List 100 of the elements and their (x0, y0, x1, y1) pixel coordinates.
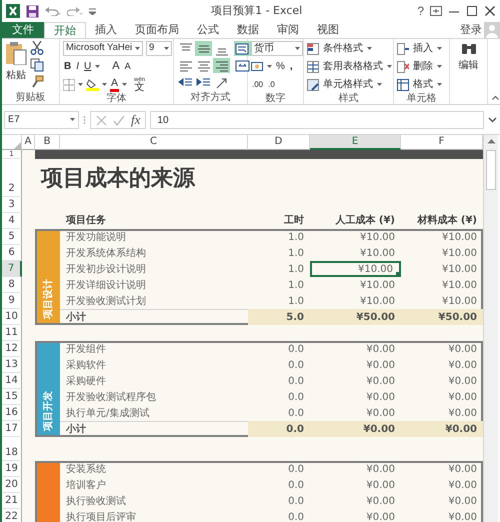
row-header[interactable]: 9 (2, 293, 22, 309)
ribbon-tab[interactable]: 数据 (228, 22, 268, 38)
caret-icon[interactable] (387, 64, 392, 68)
row-header[interactable]: 6 (2, 245, 22, 261)
row-header[interactable]: 10 (2, 309, 22, 325)
italic-button[interactable]: I (75, 59, 80, 74)
collapse-ribbon-icon[interactable] (492, 95, 499, 100)
insert-function-button[interactable]: fx (131, 110, 140, 130)
sign-in-link[interactable]: 登录 (460, 22, 484, 38)
caret-icon[interactable] (267, 64, 272, 68)
caret-icon[interactable] (78, 82, 83, 86)
caret-icon[interactable] (437, 64, 442, 68)
row-header[interactable]: 16 (2, 405, 22, 421)
delete-cells-icon[interactable] (397, 60, 409, 72)
phonetic-guide-button[interactable]: 文 (134, 82, 145, 92)
cell-format-icon[interactable] (307, 78, 319, 90)
row-header[interactable]: 15 (2, 389, 22, 405)
row-header[interactable]: 13 (2, 357, 22, 373)
ribbon-display-icon[interactable] (430, 6, 442, 16)
row-header[interactable]: 5 (2, 229, 22, 245)
caret-icon[interactable] (295, 46, 300, 50)
format-painter-icon[interactable] (30, 75, 44, 89)
cut-icon[interactable] (30, 41, 44, 55)
insert-cells-button[interactable]: 插入 (412, 41, 434, 56)
column-header[interactable]: A (22, 135, 35, 150)
number-format-field[interactable]: 货币 (251, 41, 303, 56)
bold-button[interactable]: B (63, 59, 72, 74)
row-header[interactable]: 18 (2, 437, 22, 461)
accounting-icon[interactable] (251, 60, 264, 72)
formula-field[interactable]: 10 (150, 111, 484, 129)
caret-icon[interactable] (135, 46, 140, 50)
scrollbar-thumb[interactable] (486, 150, 496, 190)
column-header[interactable]: C (60, 135, 248, 150)
ribbon-tab[interactable]: 插入 (86, 22, 126, 38)
caret-icon[interactable] (437, 82, 442, 86)
caret-icon[interactable] (70, 118, 75, 122)
caret-icon[interactable] (164, 46, 169, 50)
caret-icon[interactable] (377, 82, 382, 86)
paste-icon[interactable] (5, 41, 27, 65)
ribbon-tab[interactable]: 审阅 (268, 22, 308, 38)
fill-color-icon[interactable] (86, 78, 99, 91)
row-header[interactable]: 19 (2, 461, 22, 477)
ribbon-tab[interactable]: 视图 (308, 22, 348, 38)
customize-icon[interactable] (89, 8, 96, 14)
caret-icon[interactable] (102, 82, 107, 86)
row-header[interactable]: 14 (2, 373, 22, 389)
insert-cells-icon[interactable] (397, 42, 409, 54)
row-header[interactable]: 2 (2, 159, 22, 197)
editing-button[interactable]: 编辑 (458, 58, 480, 73)
comma-button[interactable]: , (288, 59, 294, 74)
format-cells-icon[interactable] (397, 78, 409, 90)
ribbon-tab[interactable]: 公式 (188, 22, 228, 38)
percent-button[interactable]: % (275, 59, 286, 74)
cell-style-button[interactable]: 单元格样式 (322, 77, 374, 92)
row-header[interactable]: 3 (2, 197, 22, 213)
help-button[interactable]: ? (417, 2, 424, 20)
ribbon-tab[interactable]: 页面布局 (126, 22, 188, 38)
column-header[interactable]: D (248, 135, 310, 150)
font-size-field[interactable]: 9 (146, 41, 172, 56)
file-tab[interactable]: 文件 (2, 22, 44, 38)
decrease-decimal-button[interactable]: .0 (267, 77, 276, 92)
scroll-up-icon[interactable] (486, 138, 496, 144)
paste-button[interactable]: 粘贴 (5, 68, 27, 83)
name-box[interactable]: E7 (4, 111, 79, 129)
row-header[interactable]: 11 (2, 325, 22, 341)
row-header[interactable]: 7 (2, 261, 22, 277)
maximize-icon[interactable] (466, 6, 478, 16)
underline-button[interactable]: U (83, 59, 92, 74)
font-color-button[interactable]: A (110, 78, 120, 92)
caret-icon[interactable] (367, 46, 372, 50)
table-format-icon[interactable] (307, 60, 319, 72)
ribbon-tab[interactable]: 开始 (44, 22, 86, 38)
row-header[interactable]: 21 (2, 493, 22, 509)
delete-cells-button[interactable]: 删除 (412, 59, 434, 74)
column-header[interactable]: F (401, 135, 483, 150)
row-header[interactable]: 4 (2, 213, 22, 229)
table-style-button[interactable]: 套用表格格式 (322, 59, 384, 74)
save-icon[interactable] (26, 4, 39, 18)
expand-icon[interactable] (488, 117, 497, 123)
column-header[interactable]: B (35, 135, 60, 150)
row-header[interactable]: 22 (2, 509, 22, 522)
column-header[interactable]: E (310, 135, 401, 150)
binoculars-icon[interactable] (460, 41, 476, 55)
format-cells-button[interactable]: 格式 (412, 77, 434, 92)
row-header[interactable]: 8 (2, 277, 22, 293)
row-header[interactable]: 20 (2, 477, 22, 493)
shrink-font-button[interactable]: A (124, 59, 132, 74)
selected-cell[interactable]: ¥10.00 (310, 261, 401, 277)
increase-decimal-button[interactable]: .00 (251, 77, 264, 92)
caret-icon[interactable] (437, 46, 442, 50)
caret-icon[interactable] (122, 82, 128, 86)
font-name-field[interactable]: Microsoft YaHei (63, 41, 143, 56)
close-icon[interactable] (484, 6, 496, 16)
row-header[interactable]: 12 (2, 341, 22, 357)
conditional-style-button[interactable]: 条件格式 (322, 41, 364, 56)
conditional-format-icon[interactable] (307, 42, 319, 54)
undo-icon[interactable] (45, 6, 61, 16)
borders-icon[interactable] (63, 78, 75, 90)
copy-icon[interactable] (30, 58, 44, 72)
caret-icon[interactable] (95, 64, 100, 68)
